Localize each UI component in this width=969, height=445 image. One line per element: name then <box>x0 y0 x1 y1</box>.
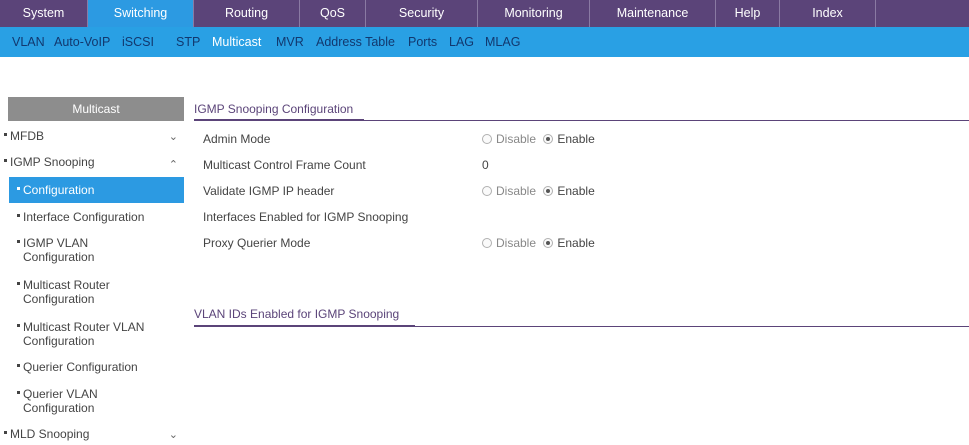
proxy-querier-label: Proxy Querier Mode <box>203 236 311 250</box>
row-multicast-control-frame-count: Multicast Control Frame Count 0 <box>194 156 969 174</box>
tab-maintenance[interactable]: Maintenance <box>590 0 716 27</box>
sidebar-item-querier-vlan-configuration[interactable]: Querier VLAN Configuration <box>0 387 184 417</box>
row-admin-mode: Admin Mode Disable Enable <box>194 130 969 148</box>
chevron-down-icon[interactable]: ⌄ <box>169 428 178 441</box>
frame-count-label: Multicast Control Frame Count <box>203 158 366 172</box>
sidebar-item-label: Multicast Router Configuration <box>23 278 110 306</box>
sidebar-item-configuration[interactable]: Configuration <box>9 177 184 203</box>
validate-header-enable-radio[interactable] <box>543 185 554 196</box>
tab-switching[interactable]: Switching <box>88 0 194 27</box>
proxy-querier-radio-group: Disable Enable <box>482 234 599 252</box>
proxy-querier-enable-radio[interactable] <box>543 237 554 248</box>
proxy-querier-disable-radio[interactable] <box>482 237 492 248</box>
proxy-querier-disable-label: Disable <box>496 236 537 250</box>
sidebar-header: Multicast <box>8 97 184 121</box>
admin-mode-label: Admin Mode <box>203 132 271 146</box>
section-underline <box>194 325 415 327</box>
validate-header-label: Validate IGMP IP header <box>203 184 335 198</box>
subnav-multicast[interactable]: Multicast <box>212 27 261 57</box>
validate-header-disable-label: Disable <box>496 184 537 198</box>
subnav-ports[interactable]: Ports <box>408 27 437 57</box>
sidebar-item-label: MFDB <box>10 129 44 143</box>
bullet-icon <box>17 214 20 218</box>
tab-security[interactable]: Security <box>366 0 478 27</box>
tab-routing[interactable]: Routing <box>194 0 300 27</box>
sidebar-item-label: IGMP VLAN Configuration <box>23 236 95 264</box>
top-nav: System Switching Routing QoS Security Mo… <box>0 0 969 27</box>
sidebar-item-interface-configuration[interactable]: Interface Configuration <box>0 210 184 228</box>
sub-nav: VLAN Auto-VoIP iSCSI STP Multicast MVR A… <box>0 27 969 57</box>
chevron-down-icon[interactable]: ⌄ <box>169 130 178 143</box>
sidebar-item-multicast-router-vlan-configuration[interactable]: Multicast Router VLAN Configuration <box>0 320 184 350</box>
row-proxy-querier-mode: Proxy Querier Mode Disable Enable <box>194 234 969 252</box>
bullet-icon <box>17 324 20 328</box>
admin-mode-disable-label: Disable <box>496 132 537 146</box>
subnav-vlan[interactable]: VLAN <box>12 27 45 57</box>
bullet-icon <box>17 391 20 395</box>
subnav-stp[interactable]: STP <box>176 27 200 57</box>
bullet-icon <box>17 240 20 244</box>
sidebar-item-mfdb[interactable]: MFDB ⌄ <box>0 129 184 147</box>
tab-index[interactable]: Index <box>780 0 876 27</box>
sidebar-item-label: Querier VLAN Configuration <box>23 387 98 415</box>
proxy-querier-enable-label: Enable <box>557 236 595 250</box>
sidebar-item-label: IGMP Snooping <box>10 155 95 169</box>
section-underline <box>194 119 364 121</box>
sidebar-item-label: Interface Configuration <box>23 210 145 224</box>
section-title-vlan-ids: VLAN IDs Enabled for IGMP Snooping <box>194 307 400 321</box>
sidebar-item-label: Configuration <box>23 183 95 197</box>
tab-help[interactable]: Help <box>716 0 780 27</box>
sidebar-item-mld-snooping[interactable]: MLD Snooping ⌄ <box>0 427 184 445</box>
admin-mode-radio-group: Disable Enable <box>482 130 599 148</box>
tab-qos[interactable]: QoS <box>300 0 366 27</box>
subnav-iscsi[interactable]: iSCSI <box>122 27 154 57</box>
bullet-icon <box>17 282 20 286</box>
sidebar-item-multicast-router-configuration[interactable]: Multicast Router Configuration <box>0 278 184 308</box>
subnav-auto-voip[interactable]: Auto-VoIP <box>54 27 110 57</box>
frame-count-value: 0 <box>482 158 489 172</box>
bullet-icon <box>4 133 7 137</box>
section-title-igmp-config: IGMP Snooping Configuration <box>194 102 354 116</box>
row-validate-igmp-ip-header: Validate IGMP IP header Disable Enable <box>194 182 969 200</box>
subnav-mvr[interactable]: MVR <box>276 27 304 57</box>
subnav-address-table[interactable]: Address Table <box>316 27 395 57</box>
sidebar-item-igmp-vlan-configuration[interactable]: IGMP VLAN Configuration <box>0 236 184 266</box>
row-interfaces-enabled: Interfaces Enabled for IGMP Snooping <box>194 208 969 226</box>
admin-mode-enable-radio[interactable] <box>543 133 554 144</box>
validate-header-enable-label: Enable <box>557 184 595 198</box>
sidebar-item-igmp-snooping[interactable]: IGMP Snooping ⌃ <box>0 155 184 173</box>
bullet-icon <box>4 159 7 163</box>
validate-header-disable-radio[interactable] <box>482 185 492 196</box>
admin-mode-disable-radio[interactable] <box>482 133 492 144</box>
tab-system[interactable]: System <box>0 0 88 27</box>
interfaces-enabled-label: Interfaces Enabled for IGMP Snooping <box>203 210 409 224</box>
tab-monitoring[interactable]: Monitoring <box>478 0 590 27</box>
sidebar-item-querier-configuration[interactable]: Querier Configuration <box>0 360 184 378</box>
sidebar-item-label: Querier Configuration <box>23 360 138 374</box>
chevron-up-icon[interactable]: ⌃ <box>169 158 178 171</box>
sidebar-item-label: MLD Snooping <box>10 427 90 441</box>
bullet-icon <box>4 431 7 435</box>
sidebar-item-label: Multicast Router VLAN Configuration <box>23 320 145 348</box>
bullet-icon <box>17 187 20 191</box>
validate-header-radio-group: Disable Enable <box>482 182 599 200</box>
subnav-mlag[interactable]: MLAG <box>485 27 520 57</box>
bullet-icon <box>17 364 20 368</box>
sidebar: Multicast MFDB ⌄ IGMP Snooping ⌃ Configu… <box>0 97 184 441</box>
admin-mode-enable-label: Enable <box>557 132 595 146</box>
subnav-lag[interactable]: LAG <box>449 27 474 57</box>
